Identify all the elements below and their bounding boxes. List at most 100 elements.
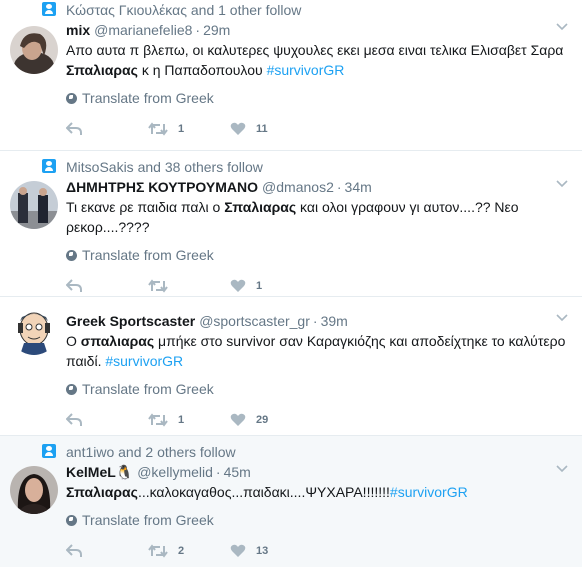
tweet-text-part: Ο — [66, 333, 81, 349]
retweet-button[interactable]: 2 — [148, 544, 230, 558]
tweet-header: mix @marianefelie8 · 29m — [66, 20, 568, 40]
hashtag-link[interactable]: #survivorGR — [267, 62, 345, 78]
separator-dot: · — [215, 464, 221, 480]
translate-label: Translate from Greek — [82, 247, 214, 263]
author-name[interactable]: ΔΗΜΗΤΡΗΣ ΚΟΥΤΡΟΥΜΑΝΟ — [66, 179, 258, 195]
like-count: 1 — [256, 280, 263, 292]
translate-label: Translate from Greek — [82, 512, 214, 528]
heart-icon — [230, 413, 246, 426]
like-button[interactable]: 1 — [230, 279, 312, 293]
author-handle[interactable]: @dmanos2 — [262, 179, 334, 195]
heart-icon — [230, 122, 246, 135]
heart-icon — [230, 279, 246, 292]
retweet-icon — [148, 544, 168, 558]
retweet-icon — [148, 413, 168, 427]
social-context-text: Κώστας Γκιουλέκας and 1 other follow — [66, 2, 302, 18]
retweet-icon — [148, 279, 168, 293]
tweet[interactable]: Κώστας Γκιουλέκας and 1 other follow mix… — [0, 0, 582, 151]
author-handle[interactable]: @sportscaster_gr — [199, 313, 310, 329]
keyword-highlight: σπαλιαρας — [80, 333, 155, 349]
chevron-down-icon[interactable] — [556, 462, 568, 474]
person-icon — [42, 444, 56, 458]
hashtag-link[interactable]: #survivorGR — [105, 353, 183, 369]
social-context: MitsoSakis and 38 others follow — [42, 157, 568, 177]
keyword-highlight: Σπαλιαρας — [224, 199, 297, 215]
timestamp[interactable]: 39m — [321, 313, 348, 329]
author-name[interactable]: mix — [66, 22, 90, 38]
timestamp[interactable]: 45m — [224, 464, 251, 480]
reply-button[interactable] — [66, 544, 148, 558]
author-name[interactable]: Greek Sportscaster — [66, 313, 195, 329]
reply-button[interactable] — [66, 122, 148, 136]
like-button[interactable]: 29 — [230, 413, 312, 427]
timeline: Κώστας Γκιουλέκας and 1 other follow mix… — [0, 0, 582, 567]
social-context-text: MitsoSakis and 38 others follow — [66, 159, 263, 175]
chevron-down-icon[interactable] — [556, 177, 568, 189]
author-name[interactable]: KelMeL🐧 — [66, 464, 133, 481]
tweet-text: Τι εκανε ρε παιδια παλι ο Σπαλιαρας και … — [66, 197, 568, 237]
tweet[interactable]: Greek Sportscaster @sportscaster_gr · 39… — [0, 297, 582, 436]
timestamp[interactable]: 29m — [203, 22, 230, 38]
reply-icon — [66, 122, 82, 135]
translate-link[interactable]: Translate from Greek — [66, 88, 568, 108]
heart-icon — [230, 544, 246, 557]
author-handle[interactable]: @marianefelie8 — [94, 22, 192, 38]
tweet-text: Απο αυτα π βλεπω, οι καλυτερες ψυχουλες … — [66, 40, 568, 80]
chevron-down-icon[interactable] — [556, 311, 568, 323]
retweet-button[interactable]: 1 — [148, 413, 230, 427]
retweet-count: 1 — [178, 414, 185, 426]
person-icon — [42, 2, 56, 16]
like-button[interactable]: 11 — [230, 122, 312, 136]
tweet-text-part: Απο αυτα π βλεπω, οι καλυτερες ψυχουλες … — [66, 42, 564, 58]
separator-dot: · — [312, 313, 318, 329]
globe-icon — [66, 249, 77, 261]
tweet-text-part: ...καλοκαγαθος...παιδακι....ΨΥΧΑΡΑ!!!!!!… — [137, 484, 390, 500]
social-context: Κώστας Γκιουλέκας and 1 other follow — [42, 0, 568, 20]
separator-dot: · — [195, 22, 201, 38]
retweet-button[interactable]: 1 — [148, 122, 230, 136]
hashtag-link[interactable]: #survivorGR — [390, 484, 468, 500]
like-button[interactable]: 13 — [230, 544, 312, 558]
reply-icon — [66, 279, 82, 292]
tweet-text-part: κ η Παπαδοπουλου — [137, 62, 267, 78]
reply-icon — [66, 413, 82, 426]
person-icon — [42, 159, 56, 173]
translate-link[interactable]: Translate from Greek — [66, 510, 568, 530]
chevron-down-icon[interactable] — [556, 20, 568, 32]
tweet[interactable]: MitsoSakis and 38 others follow ΔΗΜΗΤΡΗΣ… — [0, 151, 582, 297]
like-count: 11 — [256, 123, 268, 135]
keyword-highlight: Σπαλιαρας — [66, 62, 138, 78]
reply-icon — [66, 544, 82, 557]
translate-link[interactable]: Translate from Greek — [66, 245, 568, 265]
timestamp[interactable]: 34m — [345, 179, 372, 195]
globe-icon — [66, 383, 77, 395]
tweet-header: ΔΗΜΗΤΡΗΣ ΚΟΥΤΡΟΥΜΑΝΟ @dmanos2 · 34m — [66, 177, 568, 197]
translate-label: Translate from Greek — [82, 90, 214, 106]
avatar[interactable] — [10, 307, 58, 355]
tweet[interactable]: ant1iwo and 2 others follow KelMeL🐧 @kel… — [0, 436, 582, 567]
tweet-text: Σπαλιαρας...καλοκαγαθος...παιδακι....ΨΥΧ… — [66, 482, 568, 502]
like-count: 29 — [256, 414, 269, 426]
tweet-text-part: Τι εκανε ρε παιδια παλι ο — [66, 199, 225, 215]
author-handle[interactable]: @kellymelid — [137, 464, 213, 480]
tweet-header: Greek Sportscaster @sportscaster_gr · 39… — [66, 311, 568, 331]
reply-button[interactable] — [66, 413, 148, 427]
avatar[interactable] — [10, 26, 58, 74]
tweet-actions: 1 — [66, 275, 568, 297]
translate-label: Translate from Greek — [82, 381, 214, 397]
tweet-actions: 2 13 — [66, 540, 568, 562]
tweet-header: KelMeL🐧 @kellymelid · 45m — [66, 462, 568, 482]
translate-link[interactable]: Translate from Greek — [66, 379, 568, 399]
avatar[interactable] — [10, 181, 58, 229]
reply-button[interactable] — [66, 279, 148, 293]
retweet-icon — [148, 122, 168, 136]
globe-icon — [66, 92, 77, 104]
tweet-actions: 1 29 — [66, 409, 568, 431]
social-context: ant1iwo and 2 others follow — [42, 442, 568, 462]
tweet-actions: 1 11 — [66, 118, 568, 140]
retweet-count: 1 — [178, 123, 185, 135]
keyword-highlight: Σπαλιαρας — [66, 484, 138, 500]
avatar[interactable] — [10, 466, 58, 514]
retweet-button[interactable] — [148, 279, 230, 293]
retweet-count: 2 — [178, 545, 185, 557]
